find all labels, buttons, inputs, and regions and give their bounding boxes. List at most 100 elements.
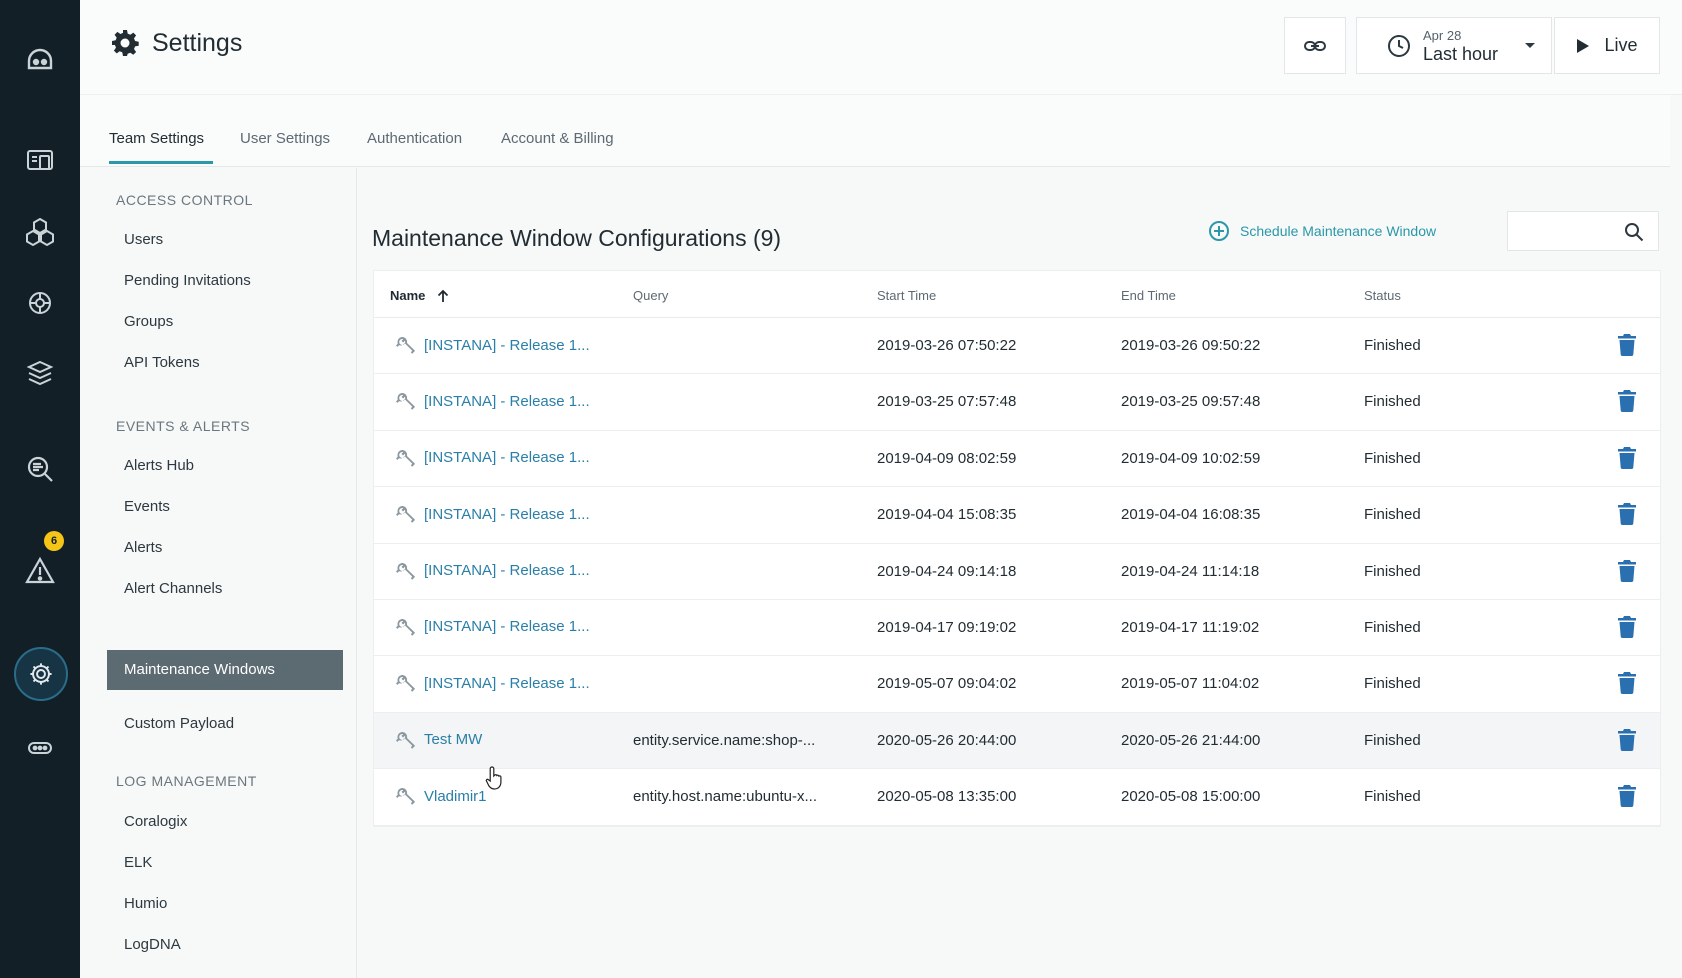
settings-rail-button[interactable] — [14, 647, 68, 701]
table-row[interactable]: [INSTANA] - Release 1... 2019-04-17 09:19… — [374, 600, 1660, 657]
sidebar-item-maintenance-windows[interactable]: Maintenance Windows — [107, 650, 343, 690]
sidebar-item-events[interactable]: Events — [124, 498, 170, 515]
share-link-button[interactable] — [1284, 17, 1346, 74]
sidebar-item-alerts-hub[interactable]: Alerts Hub — [124, 457, 194, 474]
table-row[interactable]: [INSTANA] - Release 1... 2019-03-26 07:50… — [374, 318, 1660, 375]
tab-account-billing[interactable]: Account & Billing — [501, 130, 614, 147]
trash-icon — [1618, 672, 1636, 695]
wrench-icon — [396, 337, 415, 354]
maintenance-window-name-link[interactable]: Test MW — [395, 730, 482, 750]
maintenance-window-name[interactable]: [INSTANA] - Release 1... — [424, 393, 590, 410]
schedule-maintenance-window-button[interactable]: Schedule Maintenance Window — [1208, 220, 1436, 242]
maintenance-window-name[interactable]: Test MW — [424, 731, 482, 748]
column-header-end-time[interactable]: End Time — [1121, 288, 1176, 303]
delete-button[interactable] — [1618, 446, 1636, 473]
trash-icon — [1618, 615, 1636, 638]
column-header-name[interactable]: Name — [390, 288, 449, 303]
delete-button[interactable] — [1618, 503, 1636, 529]
table-row[interactable]: [INSTANA] - Release 1... 2019-05-07 09:04… — [374, 656, 1660, 713]
end-time-cell: 2019-04-24 11:14:18 — [1121, 562, 1260, 580]
timeframe-label: Last hour — [1423, 43, 1499, 64]
gear-icon — [112, 30, 139, 56]
tab-team-settings[interactable]: Team Settings — [109, 130, 204, 147]
maintenance-window-name-link[interactable]: [INSTANA] - Release 1... — [395, 391, 590, 411]
start-time-cell: 2019-04-24 09:14:18 — [877, 562, 1017, 580]
sidebar-item-alerts[interactable]: Alerts — [124, 539, 162, 556]
alerts-icon[interactable] — [20, 551, 60, 591]
start-time-cell: 2019-03-26 07:50:22 — [877, 337, 1017, 354]
sidebar-item-api-tokens[interactable]: API Tokens — [124, 354, 200, 371]
maintenance-window-name[interactable]: [INSTANA] - Release 1... — [424, 506, 590, 523]
live-button[interactable]: Live — [1554, 17, 1660, 74]
instana-logo-icon[interactable] — [20, 40, 60, 80]
active-tab-indicator — [109, 161, 213, 164]
maintenance-window-name-link[interactable]: [INSTANA] - Release 1... — [395, 561, 590, 581]
analytics-icon[interactable] — [20, 449, 60, 489]
delete-button[interactable] — [1618, 334, 1636, 360]
delete-button[interactable] — [1618, 785, 1636, 811]
sidebar-item-coralogix[interactable]: Coralogix — [124, 813, 187, 830]
more-icon[interactable] — [20, 728, 60, 768]
search-icon[interactable] — [1624, 222, 1644, 242]
start-time-cell: 2019-05-07 09:04:02 — [877, 675, 1017, 693]
infrastructure-icon[interactable] — [20, 353, 60, 393]
caret-down-icon — [1525, 42, 1536, 48]
status-cell: Finished — [1364, 675, 1421, 693]
delete-button[interactable] — [1618, 728, 1636, 755]
table-row[interactable]: Vladimir1 entity.host.name:ubuntu-x... 202… — [374, 769, 1660, 826]
maintenance-window-name-link[interactable]: [INSTANA] - Release 1... — [395, 448, 590, 468]
platforms-icon[interactable] — [20, 283, 60, 323]
delete-button[interactable] — [1618, 559, 1636, 586]
tab-authentication[interactable]: Authentication — [367, 130, 462, 147]
section-log-management: LOG MANAGEMENT — [116, 773, 257, 789]
sidebar-item-logdna[interactable]: LogDNA — [124, 936, 181, 953]
settings-tabs: Team Settings User Settings Authenticati… — [80, 95, 1670, 167]
page-heading: Maintenance Window Configurations (9) — [372, 225, 782, 251]
maintenance-window-name-link[interactable]: [INSTANA] - Release 1... — [395, 673, 590, 693]
maintenance-window-name[interactable]: [INSTANA] - Release 1... — [424, 675, 590, 692]
wrench-icon — [396, 562, 415, 580]
maintenance-window-name-link[interactable]: [INSTANA] - Release 1... — [395, 617, 590, 637]
section-access-control: ACCESS CONTROL — [116, 192, 253, 208]
end-time-cell: 2019-03-25 09:57:48 — [1121, 393, 1261, 411]
table-row[interactable]: [INSTANA] - Release 1... 2019-04-09 08:02… — [374, 431, 1660, 488]
maintenance-window-name[interactable]: [INSTANA] - Release 1... — [424, 562, 590, 579]
column-header-query[interactable]: Query — [633, 288, 668, 303]
play-icon — [1577, 38, 1590, 53]
column-header-start-time[interactable]: Start Time — [877, 288, 936, 303]
table-row[interactable]: [INSTANA] - Release 1... 2019-04-24 09:14… — [374, 544, 1660, 600]
maintenance-window-name[interactable]: [INSTANA] - Release 1... — [424, 449, 590, 466]
sidebar-item-users[interactable]: Users — [124, 231, 163, 248]
maintenance-window-name-link[interactable]: [INSTANA] - Release 1... — [395, 504, 590, 524]
table-row[interactable]: [INSTANA] - Release 1... 2019-04-04 15:08… — [374, 487, 1660, 544]
maintenance-window-name-link[interactable]: [INSTANA] - Release 1... — [395, 335, 590, 355]
maintenance-window-name-link[interactable]: Vladimir1 — [395, 786, 487, 806]
sidebar-item-pending-invitations[interactable]: Pending Invitations — [124, 272, 251, 289]
applications-icon[interactable] — [20, 211, 60, 251]
timeframe-picker[interactable]: Apr 28 Last hour — [1356, 17, 1552, 74]
websites-icon[interactable] — [20, 141, 60, 181]
settings-gear-icon — [30, 663, 52, 685]
wrench-icon — [396, 731, 415, 749]
column-header-status[interactable]: Status — [1364, 288, 1401, 303]
sidebar-item-elk[interactable]: ELK — [124, 854, 152, 871]
table-row[interactable]: Test MW entity.service.name:shop-... 2020-… — [374, 712, 1660, 770]
sidebar-item-custom-payload[interactable]: Custom Payload — [124, 715, 234, 732]
sidebar-item-alert-channels[interactable]: Alert Channels — [124, 580, 222, 597]
alerts-badge: 6 — [44, 531, 64, 551]
tab-user-settings[interactable]: User Settings — [240, 130, 330, 147]
delete-button[interactable] — [1618, 390, 1636, 416]
end-time-cell: 2019-05-07 11:04:02 — [1121, 675, 1260, 693]
maintenance-window-name[interactable]: [INSTANA] - Release 1... — [424, 337, 590, 354]
status-cell: Finished — [1364, 449, 1421, 467]
search-input[interactable] — [1516, 220, 1616, 242]
sidebar-item-groups[interactable]: Groups — [124, 313, 173, 330]
maintenance-window-name[interactable]: Vladimir1 — [424, 788, 487, 805]
delete-button[interactable] — [1618, 615, 1636, 642]
maintenance-window-name[interactable]: [INSTANA] - Release 1... — [424, 618, 590, 635]
start-time-cell: 2020-05-08 13:35:00 — [877, 788, 1017, 806]
table-row[interactable]: [INSTANA] - Release 1... 2019-03-25 07:57… — [374, 374, 1660, 431]
sidebar-item-humio[interactable]: Humio — [124, 895, 167, 912]
delete-button[interactable] — [1618, 672, 1636, 698]
wrench-icon — [396, 449, 415, 467]
